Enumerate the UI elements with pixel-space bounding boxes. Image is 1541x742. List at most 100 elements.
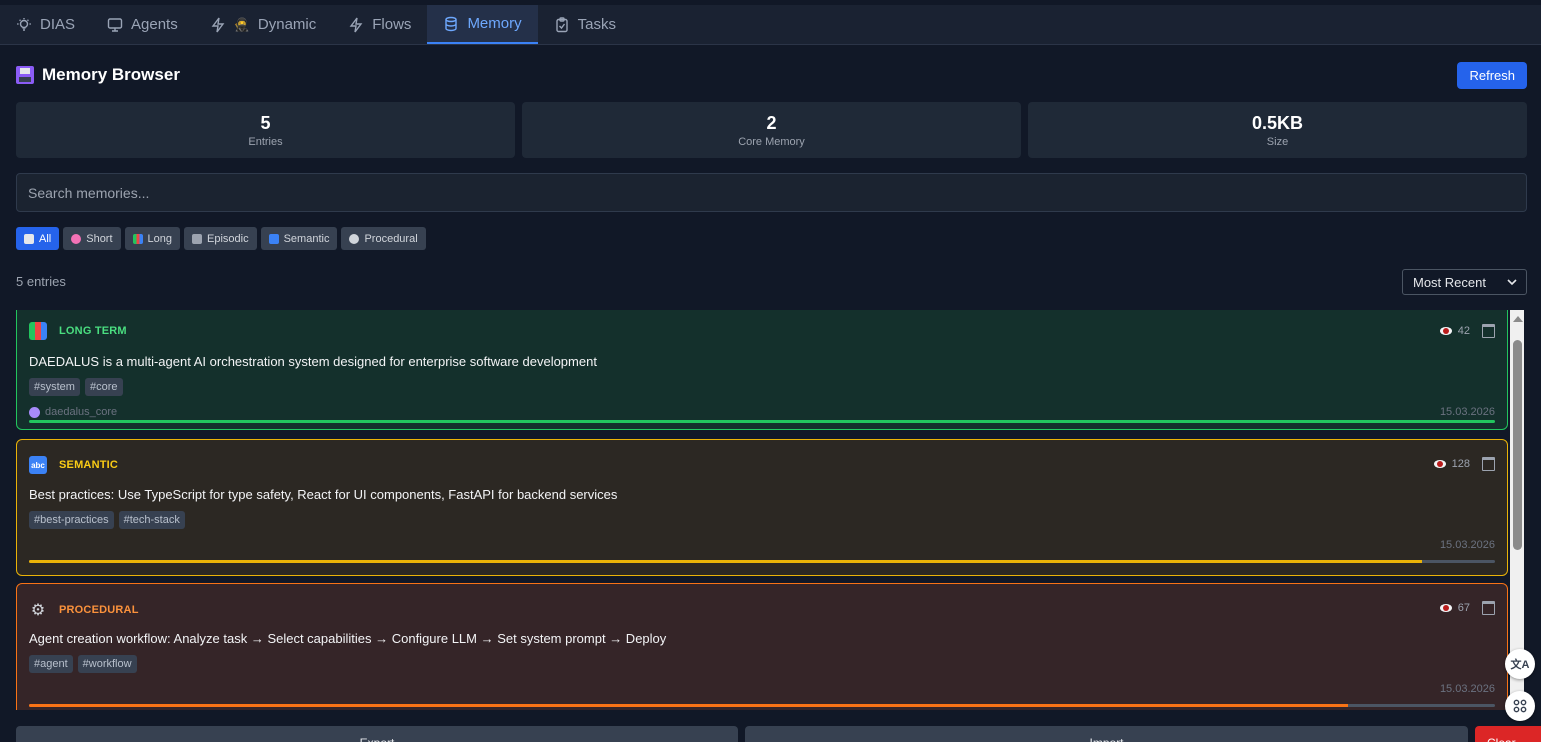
filter-short[interactable]: Short: [63, 227, 121, 250]
memory-tags: #best-practices #tech-stack: [29, 511, 185, 529]
trash-icon[interactable]: [1482, 324, 1495, 338]
stat-label: Entries: [248, 135, 283, 148]
filter-label: Procedural: [364, 232, 418, 245]
export-button[interactable]: Export: [16, 726, 738, 742]
refresh-button[interactable]: Refresh: [1457, 61, 1527, 89]
scroll-up-arrow[interactable]: [1513, 316, 1523, 322]
brain-icon: [71, 233, 82, 244]
chevron-down-icon: [1507, 279, 1517, 286]
books-icon: [132, 233, 143, 244]
memory-tag[interactable]: #best-practices: [29, 511, 114, 529]
filter-all[interactable]: All: [16, 227, 60, 250]
app-root: DIAS Agents 🥷 Dynamic Flows Memory Tasks…: [0, 0, 1541, 742]
importance-bar-fill: [29, 704, 1349, 707]
card-header: LONG TERM: [29, 321, 127, 341]
ninja-icon: 🥷: [233, 16, 250, 32]
memory-tag[interactable]: #core: [84, 378, 123, 396]
stat-value: 0.5KB: [1251, 112, 1304, 133]
tab-agents[interactable]: Agents: [91, 5, 194, 44]
filter-label: All: [39, 232, 52, 245]
memory-type: SEMANTIC: [59, 459, 119, 471]
memory-tag[interactable]: #workflow: [77, 655, 137, 673]
type-filters: All Short Long Episodic Semantic Procedu…: [16, 227, 426, 250]
filter-procedural[interactable]: Procedural: [341, 227, 426, 250]
importance-bar: [29, 560, 1495, 563]
floppy-disk-icon: [16, 66, 34, 84]
stats-row: 5 Entries 2 Core Memory 0.5KB Size: [16, 102, 1527, 158]
trash-icon[interactable]: [1482, 601, 1495, 615]
memory-type: PROCEDURAL: [59, 604, 139, 616]
clear-button[interactable]: Clear: [1475, 726, 1541, 742]
database-icon: [445, 16, 458, 31]
memory-source-label: daedalus_core: [45, 406, 118, 418]
filter-episodic[interactable]: Episodic: [184, 227, 257, 250]
film-icon: [192, 233, 203, 244]
card-meta: 128: [1433, 457, 1495, 471]
sort-select[interactable]: Most Recent: [1402, 269, 1527, 295]
tab-label: Flows: [372, 16, 412, 33]
memory-date: 15.03.2026: [1439, 539, 1495, 551]
entries-count: 5 entries: [16, 274, 66, 289]
importance-bar-fill: [29, 420, 1495, 423]
memory-header: Memory Browser Refresh: [16, 60, 1527, 90]
tab-tasks[interactable]: Tasks: [538, 5, 632, 44]
stat-core-memory: 2 Core Memory: [522, 102, 1021, 158]
import-button[interactable]: Import: [745, 726, 1468, 742]
filter-long[interactable]: Long: [124, 227, 181, 250]
page-title-text: Memory Browser: [42, 65, 180, 84]
tab-flows[interactable]: Flows: [332, 5, 427, 44]
page-title: Memory Browser: [16, 65, 180, 85]
stat-entries: 5 Entries: [16, 102, 515, 158]
search-input[interactable]: [16, 173, 1527, 212]
card-meta: 67: [1439, 601, 1495, 615]
filter-label: Semantic: [283, 232, 330, 245]
books-icon: [29, 322, 47, 340]
memory-tag[interactable]: #system: [29, 378, 80, 396]
stat-value: 5: [260, 112, 271, 133]
filter-semantic[interactable]: Semantic: [260, 227, 338, 250]
memory-tag[interactable]: #agent: [29, 655, 73, 673]
clipboard-icon: [555, 16, 568, 32]
memory-tag[interactable]: #tech-stack: [118, 511, 185, 529]
gear-icon: [349, 233, 360, 244]
tab-label: Memory: [467, 15, 522, 32]
memory-tags: #system #core: [29, 378, 123, 396]
memory-date: 15.03.2026: [1439, 406, 1495, 418]
translate-button[interactable]: 文A: [1505, 649, 1535, 679]
card-header: abc SEMANTIC: [29, 455, 118, 475]
filter-label: Short: [86, 232, 113, 245]
trash-icon[interactable]: [1482, 457, 1495, 471]
main-tabbar: DIAS Agents 🥷 Dynamic Flows Memory Tasks: [0, 5, 1541, 45]
memory-content: Best practices: Use TypeScript for type …: [29, 487, 618, 502]
tab-memory[interactable]: Memory: [427, 5, 538, 44]
filter-label: Episodic: [207, 232, 249, 245]
eye-icon: [1433, 460, 1446, 468]
memory-date: 15.03.2026: [1439, 683, 1495, 695]
memory-card[interactable]: ⚙ PROCEDURAL 67 Agent creation workflow:…: [16, 583, 1508, 710]
clipboard-icon: [24, 233, 34, 244]
scrollbar-thumb[interactable]: [1513, 340, 1522, 550]
memory-card[interactable]: abc SEMANTIC 128 Best practices: Use Typ…: [16, 439, 1508, 576]
sort-value: Most Recent: [1413, 274, 1486, 290]
grid-icon: [1513, 699, 1527, 713]
importance-bar: [29, 704, 1495, 707]
tab-dynamic[interactable]: 🥷 Dynamic: [194, 5, 333, 44]
card-meta: 42: [1439, 324, 1495, 338]
tab-dias[interactable]: DIAS: [0, 5, 91, 44]
grid-button[interactable]: [1505, 691, 1535, 721]
memory-list: LONG TERM 42 DAEDALUS is a multi-agent A…: [16, 310, 1509, 710]
lightning-icon: [211, 17, 225, 32]
memory-content: DAEDALUS is a multi-agent AI orchestrati…: [29, 354, 597, 369]
stat-value: 2: [766, 112, 777, 133]
ninja-icon: [29, 406, 40, 418]
stat-label: Size: [1266, 135, 1289, 148]
memory-type: LONG TERM: [59, 325, 127, 337]
memory-card[interactable]: LONG TERM 42 DAEDALUS is a multi-agent A…: [16, 310, 1508, 430]
eye-icon: [1439, 327, 1452, 335]
memory-content: Agent creation workflow: Analyze task → …: [29, 631, 667, 646]
gear-icon: ⚙: [30, 602, 46, 619]
view-count: 67: [1457, 602, 1470, 614]
tab-label: Agents: [131, 16, 178, 33]
memory-source: daedalus_core: [29, 406, 117, 418]
filter-label: Long: [147, 232, 173, 245]
